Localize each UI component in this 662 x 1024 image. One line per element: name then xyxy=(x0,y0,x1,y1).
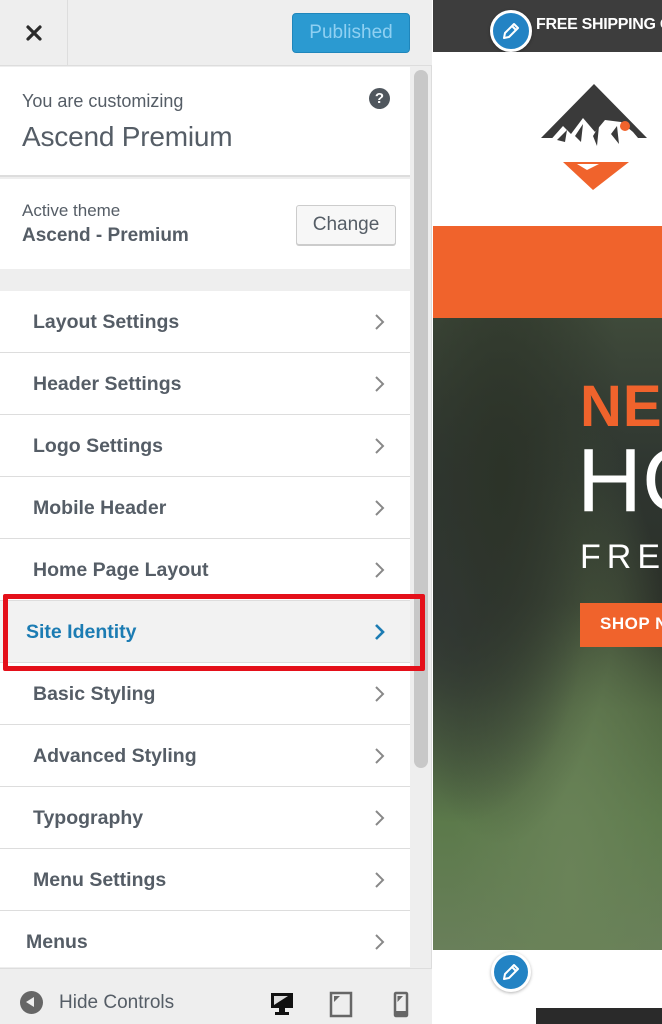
panel-item-logo-settings[interactable]: Logo Settings xyxy=(0,415,410,477)
chevron-right-icon xyxy=(375,934,385,950)
panel-item-label: Logo Settings xyxy=(33,435,163,457)
shop-now-button[interactable]: SHOP N xyxy=(580,603,662,647)
panel-item-label: Site Identity xyxy=(26,621,137,643)
customizer-sidebar: Published You are customizing Ascend Pre… xyxy=(0,0,432,1024)
preview-topbar: FREE SHIPPING O xyxy=(433,0,662,52)
pencil-icon xyxy=(503,964,519,980)
chevron-right-icon xyxy=(375,314,385,330)
collapse-icon xyxy=(20,991,43,1014)
panel-item-label: Advanced Styling xyxy=(33,745,197,767)
chevron-right-icon xyxy=(375,810,385,826)
chevron-right-icon xyxy=(375,686,385,702)
mobile-icon xyxy=(393,991,409,1018)
hide-controls-label: Hide Controls xyxy=(59,991,175,1013)
panel-item-label: Mobile Header xyxy=(33,497,167,519)
panel-item-label: Menus xyxy=(26,931,88,953)
site-title: Ascend Premium xyxy=(22,121,233,152)
preview-content-image xyxy=(536,1008,662,1024)
panel-item-mobile-header[interactable]: Mobile Header xyxy=(0,477,410,539)
chevron-right-icon xyxy=(375,872,385,888)
edit-shortcut-content[interactable] xyxy=(491,952,531,992)
panel-item-label: Header Settings xyxy=(33,373,182,395)
pencil-icon xyxy=(503,23,519,39)
desktop-icon xyxy=(271,993,293,1015)
customizer-footer: Hide Controls xyxy=(0,968,432,1024)
panel-item-label: Layout Settings xyxy=(33,311,180,333)
panel-item-label: Menu Settings xyxy=(33,869,167,891)
customize-info: You are customizing Ascend Premium ? xyxy=(0,67,410,177)
chevron-right-icon xyxy=(375,376,385,392)
chevron-right-icon xyxy=(375,438,385,454)
tablet-icon xyxy=(329,991,353,1018)
hide-controls-button[interactable]: Hide Controls xyxy=(20,991,174,1014)
panel-list: Layout Settings Header Settings Logo Setti… xyxy=(0,291,410,967)
panel-item-home-page-layout[interactable]: Home Page Layout xyxy=(0,539,410,601)
panel-item-typography[interactable]: Typography xyxy=(0,787,410,849)
chevron-right-icon xyxy=(375,500,385,516)
active-theme-name: Ascend - Premium xyxy=(22,225,189,246)
hero-subheading: FRE xyxy=(580,538,662,576)
chevron-right-icon xyxy=(375,748,385,764)
panel-item-basic-styling[interactable]: Basic Styling xyxy=(0,663,410,725)
hero-heading-accent: NE xyxy=(580,374,662,439)
publish-button[interactable]: Published xyxy=(292,13,410,53)
panel-item-advanced-styling[interactable]: Advanced Styling xyxy=(0,725,410,787)
panel-item-site-identity[interactable]: Site Identity xyxy=(0,601,410,663)
panel-item-header-settings[interactable]: Header Settings xyxy=(0,353,410,415)
preview-desktop-button[interactable] xyxy=(268,990,296,1018)
chevron-right-icon xyxy=(375,562,385,578)
mountain-logo[interactable] xyxy=(537,84,651,194)
close-icon xyxy=(25,25,42,41)
site-preview: FREE SHIPPING O NE HC FRE SHOP N xyxy=(433,0,662,1024)
customizing-label: You are customizing xyxy=(22,91,184,111)
panel-item-menus[interactable]: Menus xyxy=(0,911,410,967)
preview-content xyxy=(433,950,662,1024)
panel-item-label: Typography xyxy=(33,807,144,829)
active-theme-section: Active theme Ascend - Premium Change xyxy=(0,179,410,269)
panel-item-label: Home Page Layout xyxy=(33,559,209,581)
chevron-right-icon xyxy=(375,624,385,640)
close-customizer-button[interactable] xyxy=(0,0,68,66)
preview-tablet-button[interactable] xyxy=(327,990,355,1018)
hero-heading: HC xyxy=(577,431,662,531)
preview-mobile-button[interactable] xyxy=(387,990,415,1018)
help-icon[interactable]: ? xyxy=(369,88,390,109)
preview-logo-area xyxy=(433,52,662,226)
change-theme-button[interactable]: Change xyxy=(296,205,396,245)
customizer-panels: You are customizing Ascend Premium ? Act… xyxy=(0,67,432,967)
shipping-banner-text: FREE SHIPPING O xyxy=(536,16,662,33)
customizer-header: Published xyxy=(0,0,432,66)
panel-item-label: Basic Styling xyxy=(33,683,156,705)
panel-item-menu-settings[interactable]: Menu Settings xyxy=(0,849,410,911)
preview-nav-band xyxy=(433,226,662,318)
edit-shortcut-topbar[interactable] xyxy=(490,10,532,52)
sidebar-scrollbar[interactable] xyxy=(414,70,428,768)
preview-hero: NE HC FRE SHOP N xyxy=(433,318,662,950)
panel-item-layout-settings[interactable]: Layout Settings xyxy=(0,291,410,353)
active-theme-label: Active theme xyxy=(22,201,121,220)
